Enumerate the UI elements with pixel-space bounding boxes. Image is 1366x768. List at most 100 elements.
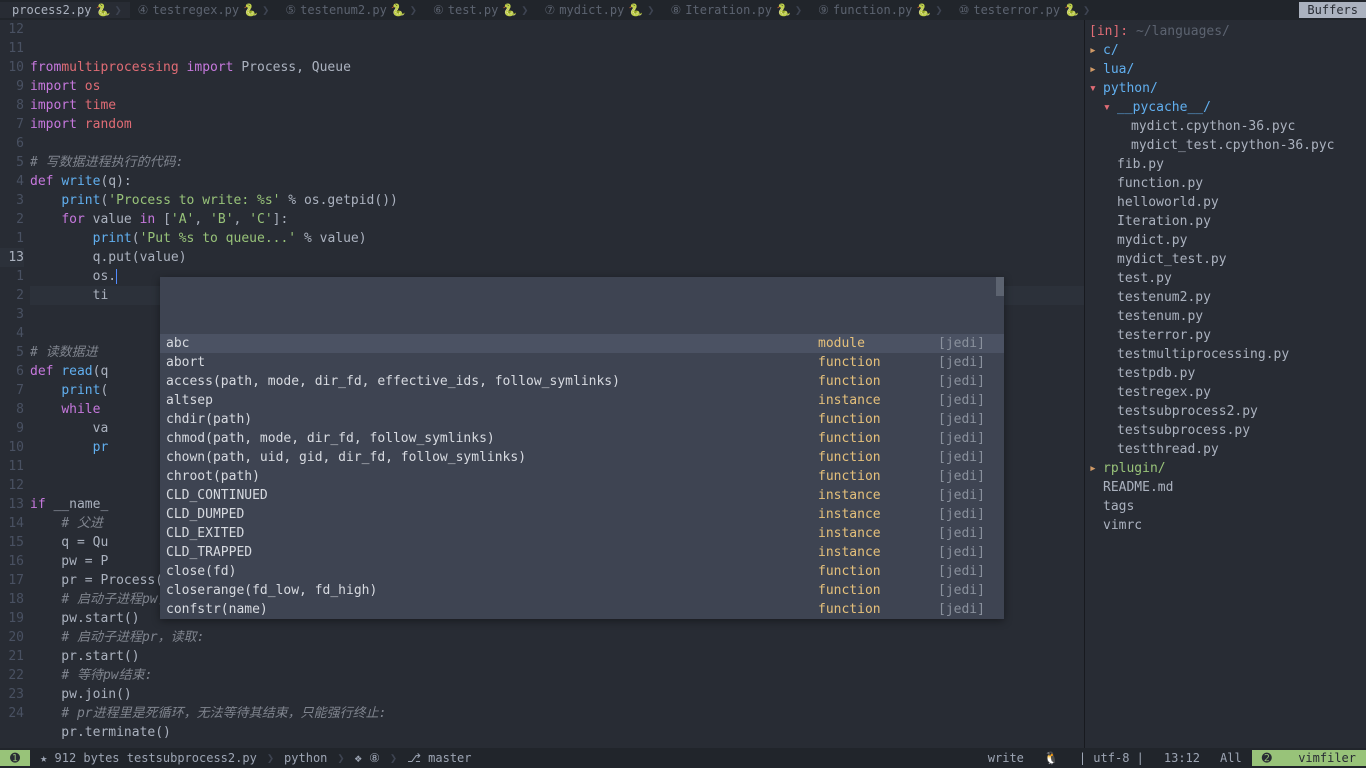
tree-file[interactable]: fib.py: [1089, 155, 1362, 174]
tree-file[interactable]: testsubprocess.py: [1089, 421, 1362, 440]
tree-file[interactable]: function.py: [1089, 174, 1362, 193]
line-number: 3: [0, 305, 24, 324]
tab-testregex-py[interactable]: ④ testregex.py 🐍 ❯: [130, 2, 278, 18]
tab-function-py[interactable]: ⑨ function.py 🐍 ❯: [810, 2, 950, 18]
code-line[interactable]: # 启动子进程pr，读取:: [30, 628, 1084, 647]
tree-file[interactable]: testenum2.py: [1089, 288, 1362, 307]
completion-item[interactable]: confstr(name)function[jedi]: [160, 600, 1004, 619]
tree-file[interactable]: mydict.py: [1089, 231, 1362, 250]
completion-item[interactable]: closerange(fd_low, fd_high)function[jedi…: [160, 581, 1004, 600]
editor-pane[interactable]: 1211109876543211312345678910111213141516…: [0, 20, 1084, 748]
tree-file[interactable]: helloworld.py: [1089, 193, 1362, 212]
completion-item[interactable]: chdir(path)function[jedi]: [160, 410, 1004, 429]
code-line[interactable]: print('Process to write: %s' % os.getpid…: [30, 191, 1084, 210]
completion-item[interactable]: close(fd)function[jedi]: [160, 562, 1004, 581]
completion-item[interactable]: CLD_EXITEDinstance[jedi]: [160, 524, 1004, 543]
encoding: | utf-8 |: [1069, 750, 1154, 766]
line-number: 19: [0, 609, 24, 628]
completion-item[interactable]: chown(path, uid, gid, dir_fd, follow_sym…: [160, 448, 1004, 467]
tab-test-py[interactable]: ⑥ test.py 🐍 ❯: [425, 2, 537, 18]
completion-item[interactable]: access(path, mode, dir_fd, effective_ids…: [160, 372, 1004, 391]
line-number: 24: [0, 704, 24, 723]
completion-item[interactable]: abcmodule[jedi]: [160, 334, 1004, 353]
line-number: 1: [0, 267, 24, 286]
code-line[interactable]: # 写数据进程执行的代码:: [30, 153, 1084, 172]
code-line[interactable]: for value in ['A', 'B', 'C']:: [30, 210, 1084, 229]
tree-file[interactable]: testpdb.py: [1089, 364, 1362, 383]
tree-dir[interactable]: ▾__pycache__/: [1089, 98, 1362, 117]
tree-file[interactable]: testenum.py: [1089, 307, 1362, 326]
line-number: 10: [0, 438, 24, 457]
completion-item[interactable]: CLD_CONTINUEDinstance[jedi]: [160, 486, 1004, 505]
tree-file[interactable]: testregex.py: [1089, 383, 1362, 402]
code-line[interactable]: pw.join(): [30, 685, 1084, 704]
code-line[interactable]: [30, 134, 1084, 153]
separator-icon: ❯: [267, 751, 274, 765]
line-number: 5: [0, 153, 24, 172]
breadcrumb: [in]: ~/languages/: [1089, 22, 1362, 41]
tab-process2-py[interactable]: process2.py 🐍 ❯: [0, 2, 130, 18]
tab-testenum2-py[interactable]: ⑤ testenum2.py 🐍 ❯: [277, 2, 425, 18]
line-number: 7: [0, 115, 24, 134]
line-number: 17: [0, 571, 24, 590]
line-number: 21: [0, 647, 24, 666]
tree-file[interactable]: tags: [1089, 497, 1362, 516]
tree-file[interactable]: testerror.py: [1089, 326, 1362, 345]
tree-toggle-icon[interactable]: ▸: [1089, 41, 1103, 60]
tree-toggle-icon[interactable]: ▾: [1089, 79, 1103, 98]
code-content[interactable]: frommultiprocessing import Process, Queu…: [30, 20, 1084, 748]
tree-file[interactable]: testsubprocess2.py: [1089, 402, 1362, 421]
tab-Iteration-py[interactable]: ⑧ Iteration.py 🐍 ❯: [663, 2, 811, 18]
buffers-button[interactable]: Buffers: [1299, 2, 1366, 18]
code-line[interactable]: import random: [30, 115, 1084, 134]
code-line[interactable]: import time: [30, 96, 1084, 115]
completion-item[interactable]: altsepinstance[jedi]: [160, 391, 1004, 410]
tree-file[interactable]: test.py: [1089, 269, 1362, 288]
code-line[interactable]: pr.start(): [30, 647, 1084, 666]
completion-item[interactable]: CLD_DUMPEDinstance[jedi]: [160, 505, 1004, 524]
completion-item[interactable]: abortfunction[jedi]: [160, 353, 1004, 372]
tree-dir[interactable]: ▾python/: [1089, 79, 1362, 98]
tree-dir[interactable]: ▸rplugin/: [1089, 459, 1362, 478]
tab-mydict-py[interactable]: ⑦ mydict.py 🐍 ❯: [537, 2, 663, 18]
tree-dir[interactable]: ▸c/: [1089, 41, 1362, 60]
code-line[interactable]: print('Put %s to queue...' % value): [30, 229, 1084, 248]
code-line[interactable]: def write(q):: [30, 172, 1084, 191]
tree-file[interactable]: vimrc: [1089, 516, 1362, 535]
os-icon: 🐧: [1034, 750, 1069, 766]
tree-file[interactable]: mydict_test.py: [1089, 250, 1362, 269]
code-line[interactable]: q.put(value): [30, 248, 1084, 267]
code-line[interactable]: frommultiprocessing import Process, Queu…: [30, 58, 1084, 77]
tree-file[interactable]: testmultiprocessing.py: [1089, 345, 1362, 364]
tab-testerror-py[interactable]: ⑩ testerror.py 🐍 ❯: [951, 2, 1099, 18]
tab-bar: process2.py 🐍 ❯④ testregex.py 🐍 ❯⑤ teste…: [0, 0, 1366, 20]
line-number: 9: [0, 419, 24, 438]
tree-file[interactable]: Iteration.py: [1089, 212, 1362, 231]
tree-dir[interactable]: ▸lua/: [1089, 60, 1362, 79]
code-line[interactable]: pr.terminate(): [30, 723, 1084, 742]
code-line[interactable]: import os: [30, 77, 1084, 96]
completion-item[interactable]: CLD_TRAPPEDinstance[jedi]: [160, 543, 1004, 562]
line-number: 23: [0, 685, 24, 704]
completion-item[interactable]: chroot(path)function[jedi]: [160, 467, 1004, 486]
code-line[interactable]: # 等待pw结束:: [30, 666, 1084, 685]
tree-toggle-icon[interactable]: ▸: [1089, 60, 1103, 79]
line-number: 13: [0, 248, 24, 267]
completion-popup[interactable]: abcmodule[jedi]abortfunction[jedi]access…: [160, 277, 1004, 619]
tree-file[interactable]: mydict_test.cpython-36.pyc: [1089, 136, 1362, 155]
code-line[interactable]: # pr进程里是死循环，无法等待其结束，只能强行终止:: [30, 704, 1084, 723]
tree-file[interactable]: mydict.cpython-36.pyc: [1089, 117, 1362, 136]
line-number: 22: [0, 666, 24, 685]
separator-icon: ❯: [337, 751, 344, 765]
tree-toggle-icon[interactable]: ▸: [1089, 459, 1103, 478]
line-number: 5: [0, 343, 24, 362]
tree-toggle-icon[interactable]: ▾: [1103, 98, 1117, 117]
tree-file[interactable]: testthread.py: [1089, 440, 1362, 459]
line-number: 9: [0, 77, 24, 96]
tree-file[interactable]: README.md: [1089, 478, 1362, 497]
file-info: ★ 912 bytes testsubprocess2.py: [30, 750, 267, 766]
completion-item[interactable]: chmod(path, mode, dir_fd, follow_symlink…: [160, 429, 1004, 448]
popup-scrollbar[interactable]: [996, 277, 1004, 296]
file-explorer[interactable]: [in]: ~/languages/▸c/▸lua/▾python/▾__pyc…: [1084, 20, 1366, 748]
line-number: 11: [0, 457, 24, 476]
